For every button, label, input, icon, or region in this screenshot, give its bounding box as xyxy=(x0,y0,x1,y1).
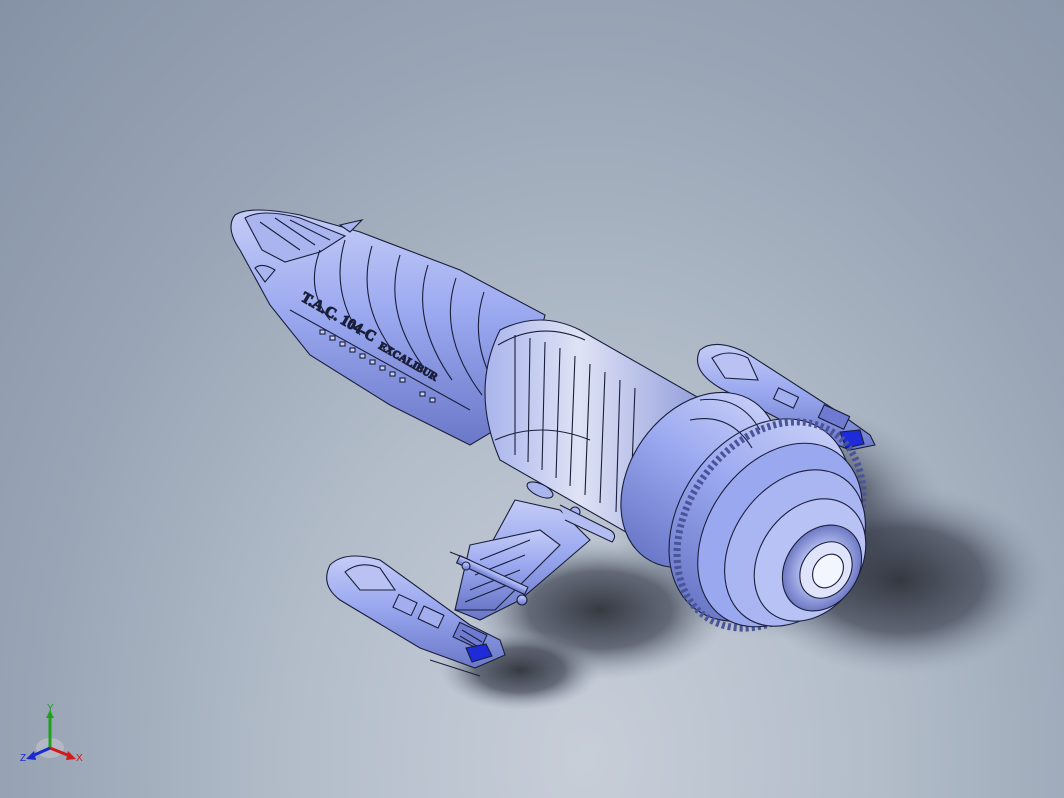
triad-x-label: X xyxy=(76,753,83,764)
rocket-model[interactable]: T.A.C. 104-C EXCALIBUR xyxy=(0,0,1064,798)
triad-y-label: Y xyxy=(47,704,54,714)
triad-z-label: Z xyxy=(20,753,26,764)
graphics-viewport[interactable]: T.A.C. 104-C EXCALIBUR Y X Z xyxy=(0,0,1064,798)
triad-x-arrow xyxy=(66,751,76,760)
view-orientation-triad[interactable]: Y X Z xyxy=(18,704,88,774)
triad-z-arrow xyxy=(26,751,36,760)
